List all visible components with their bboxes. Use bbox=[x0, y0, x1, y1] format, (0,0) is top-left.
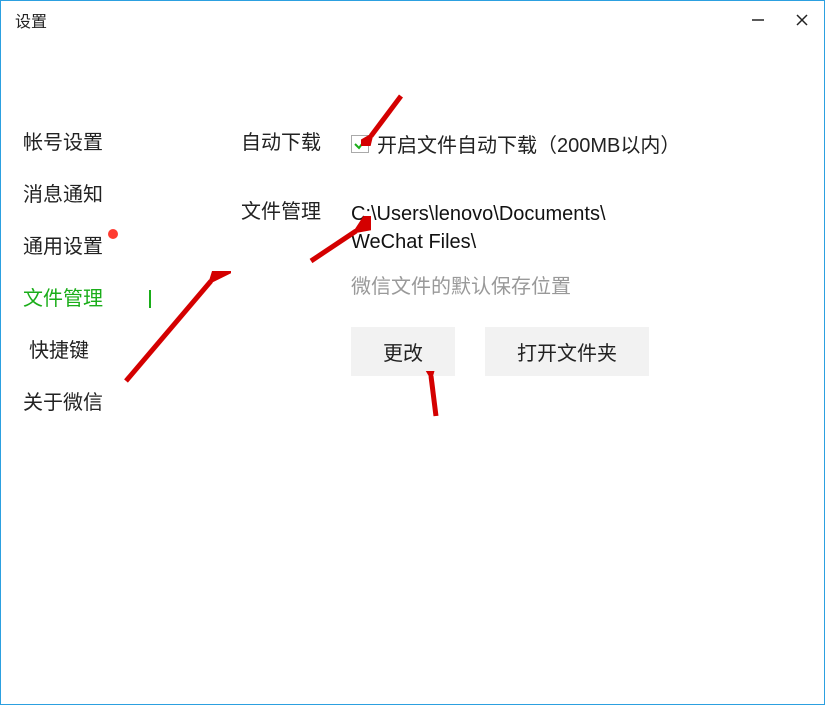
sidebar-item-account[interactable]: 帐号设置 bbox=[23, 129, 163, 157]
auto-download-text: 开启文件自动下载（200MB以内） bbox=[377, 129, 680, 158]
settings-content: 自动下载 开启文件自动下载（200MB以内） 文件管理 C:\Users\len… bbox=[241, 129, 794, 376]
sidebar-item-files[interactable]: 文件管理 bbox=[23, 285, 163, 313]
file-buttons: 更改 打开文件夹 bbox=[351, 327, 794, 376]
sidebar-item-label: 消息通知 bbox=[23, 184, 103, 206]
minimize-button[interactable] bbox=[736, 5, 780, 35]
sidebar-item-shortcuts[interactable]: 快捷键 bbox=[23, 337, 163, 365]
sidebar-item-label: 文件管理 bbox=[23, 288, 103, 310]
sidebar-item-general[interactable]: 通用设置 bbox=[23, 233, 163, 261]
minimize-icon bbox=[751, 13, 765, 27]
close-button[interactable] bbox=[780, 5, 824, 35]
sidebar-item-notifications[interactable]: 消息通知 bbox=[23, 181, 163, 209]
sidebar-item-label: 快捷键 bbox=[29, 340, 89, 362]
file-manage-label: 文件管理 bbox=[241, 198, 351, 226]
sidebar-item-label: 帐号设置 bbox=[23, 132, 103, 154]
notification-dot-icon bbox=[108, 229, 118, 239]
close-icon bbox=[795, 13, 809, 27]
file-path-line1: C:\Users\lenovo\Documents\ bbox=[351, 200, 711, 228]
check-icon bbox=[353, 137, 367, 151]
open-folder-button[interactable]: 打开文件夹 bbox=[485, 327, 649, 376]
sidebar: 帐号设置 消息通知 通用设置 文件管理 快捷键 关于微信 bbox=[23, 129, 163, 441]
change-path-button[interactable]: 更改 bbox=[351, 327, 455, 376]
annotation-arrow-icon bbox=[406, 371, 456, 426]
file-path-line2: WeChat Files\ bbox=[351, 228, 711, 256]
file-manage-body: C:\Users\lenovo\Documents\ WeChat Files\… bbox=[351, 198, 794, 376]
sidebar-item-label: 关于微信 bbox=[23, 392, 103, 414]
selected-indicator-icon bbox=[149, 290, 151, 308]
titlebar: 设置 bbox=[1, 1, 824, 39]
auto-download-checkbox[interactable] bbox=[351, 135, 369, 153]
window-title: 设置 bbox=[15, 8, 47, 32]
file-manage-row: 文件管理 C:\Users\lenovo\Documents\ WeChat F… bbox=[241, 198, 794, 376]
auto-download-row: 自动下载 开启文件自动下载（200MB以内） bbox=[241, 129, 794, 158]
window-controls bbox=[736, 5, 824, 35]
sidebar-item-label: 通用设置 bbox=[23, 236, 103, 258]
auto-download-body: 开启文件自动下载（200MB以内） bbox=[351, 129, 794, 158]
auto-download-label: 自动下载 bbox=[241, 129, 351, 157]
file-path-display: C:\Users\lenovo\Documents\ WeChat Files\ bbox=[351, 198, 711, 258]
settings-window: 设置 帐号设置 消息通知 通用设置 bbox=[0, 0, 825, 705]
sidebar-item-about[interactable]: 关于微信 bbox=[23, 389, 163, 417]
file-path-hint: 微信文件的默认保存位置 bbox=[351, 270, 794, 299]
